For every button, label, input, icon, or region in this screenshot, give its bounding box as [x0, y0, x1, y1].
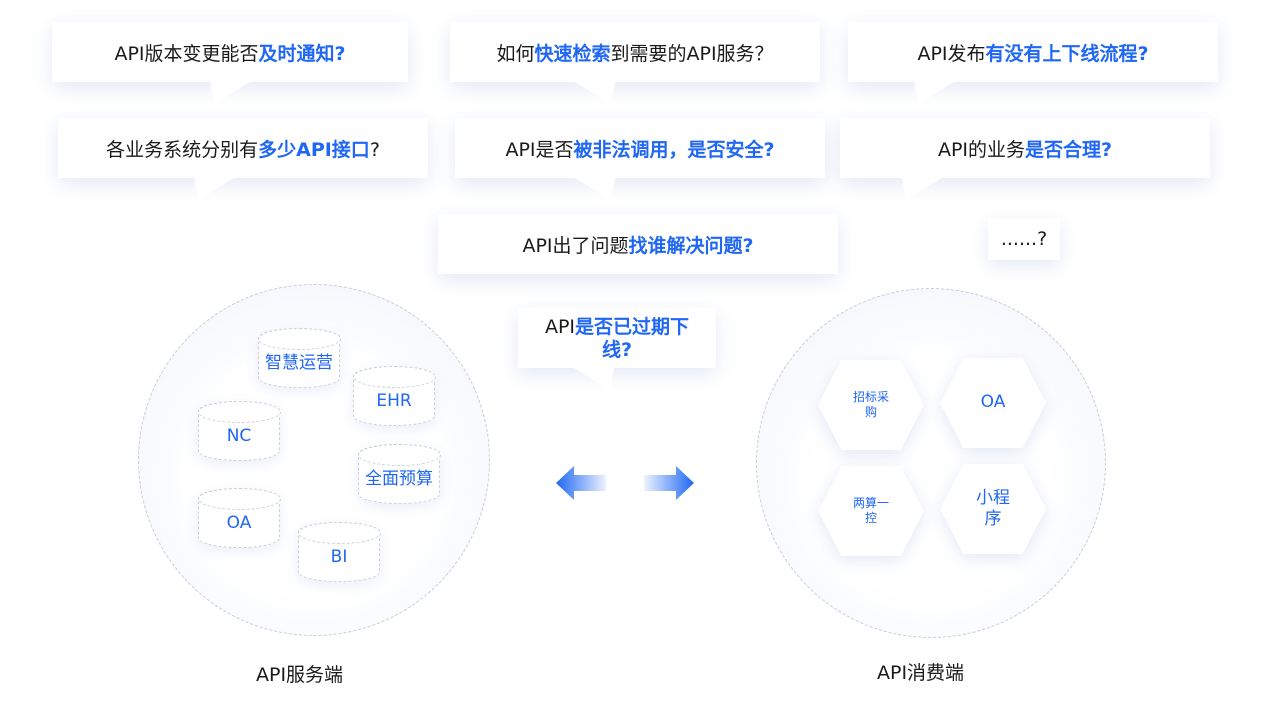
bubble-text: API的业务是否合理? — [937, 138, 1113, 161]
bubble-tail — [575, 178, 615, 200]
database-budget: 全面预算 — [357, 443, 441, 504]
bubble-tail — [210, 82, 250, 104]
question-bubble-who-solves: API出了问题找谁解决问题? — [438, 214, 838, 274]
bubble-text: API版本变更能否及时通知? — [114, 42, 346, 65]
bubble-tail — [914, 82, 954, 104]
database-bi: BI — [297, 521, 381, 582]
bubble-tail — [902, 178, 942, 200]
bubble-text: API出了问题找谁解决问题? — [522, 234, 754, 257]
bubble-tail — [575, 82, 615, 104]
bubble-tail — [194, 178, 234, 200]
bubble-text: ......? — [1000, 228, 1048, 250]
arrow-right-icon — [644, 466, 694, 500]
question-bubble-expired: API是否已过期下 线? — [518, 308, 716, 390]
bubble-text: API是否已过期下 线? — [544, 316, 690, 361]
app-label: 招标采购 — [852, 390, 889, 419]
question-bubble-version-notify: API版本变更能否及时通知? — [52, 22, 408, 104]
bubble-text: 如何快速检索到需要的API服务？ — [496, 42, 774, 65]
api-server-caption: API服务端 — [256, 664, 344, 686]
bubble-text: API是否被非法调用，是否安全? — [505, 138, 775, 161]
database-ehr: EHR — [352, 365, 436, 426]
api-consumer-caption: API消费端 — [877, 662, 965, 684]
question-bubble-api-count: 各业务系统分别有多少API接口? — [58, 118, 428, 200]
question-bubble-release-process: API发布有没有上下线流程? — [848, 22, 1218, 104]
question-bubble-business-reasonable: API的业务是否合理? — [840, 118, 1210, 200]
bubble-text: 各业务系统分别有多少API接口? — [106, 138, 380, 161]
database-nc: NC — [197, 400, 281, 461]
app-label: 两算一控 — [852, 496, 889, 525]
question-bubble-more: ......? — [988, 218, 1060, 260]
question-bubble-search-api: 如何快速检索到需要的API服务？ — [450, 22, 820, 104]
app-label: 小程序 — [976, 487, 1010, 529]
arrow-left-icon — [556, 466, 606, 500]
bubble-text: API发布有没有上下线流程? — [917, 42, 1149, 65]
database-smart-operation: 智慧运营 — [257, 327, 341, 388]
bubble-tail — [574, 368, 614, 390]
database-oa: OA — [197, 487, 281, 548]
api-consumer-circle — [756, 288, 1106, 638]
question-bubble-security: API是否被非法调用，是否安全? — [455, 118, 825, 200]
app-label: OA — [980, 392, 1006, 413]
